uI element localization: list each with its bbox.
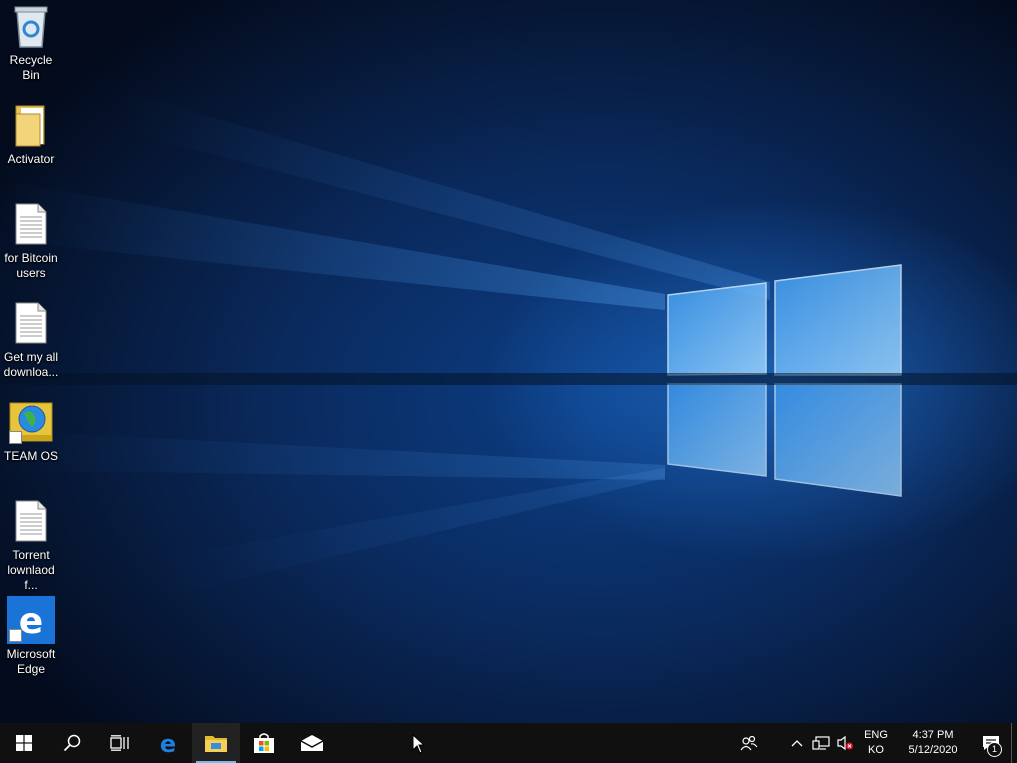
keyboard-layout-code: KO xyxy=(868,744,884,756)
svg-text:e: e xyxy=(160,731,176,755)
folder-icon xyxy=(7,101,55,149)
svg-text:e: e xyxy=(19,601,43,642)
volume-muted-icon xyxy=(837,735,853,751)
desktop-icon-label: Recycle Bin xyxy=(9,53,53,82)
edge-taskbar-button[interactable]: e xyxy=(144,723,192,763)
clock-date: 5/12/2020 xyxy=(908,744,958,756)
people-icon xyxy=(740,735,758,751)
edge-icon: e xyxy=(160,731,176,755)
desktop-icon-microsoft-edge[interactable]: e Microsoft Edge xyxy=(0,596,62,677)
network-icon xyxy=(812,736,830,750)
text-document-icon xyxy=(7,200,55,248)
show-desktop-button[interactable] xyxy=(1011,723,1017,763)
desktop-icon-label: for Bitcoin users xyxy=(4,251,58,280)
windows-wallpaper xyxy=(0,90,1017,600)
desktop-icon-for-bitcoin-users[interactable]: for Bitcoin users xyxy=(0,200,62,281)
people-button[interactable] xyxy=(737,723,761,763)
volume-button[interactable] xyxy=(833,723,857,763)
text-document-icon xyxy=(7,299,55,347)
text-document-icon xyxy=(7,497,55,545)
desktop-icon-label: Torrent lownlaod f... xyxy=(7,548,55,592)
show-hidden-icons-chevron xyxy=(791,740,803,747)
mail-taskbar-button[interactable] xyxy=(288,723,336,763)
system-tray: ENG KO 4:37 PM 5/12/2020 1 xyxy=(737,723,1017,763)
desktop-icon-torrent-download[interactable]: Torrent lownlaod f... xyxy=(0,497,62,593)
clock[interactable]: 4:37 PM 5/12/2020 xyxy=(895,723,971,763)
task-view-icon xyxy=(110,735,129,751)
store-icon xyxy=(254,733,274,753)
globe-shortcut-icon xyxy=(7,398,55,446)
desktop-icon-get-my-all-downloads[interactable]: Get my all downloa... xyxy=(0,299,62,380)
task-view-button[interactable] xyxy=(96,723,144,763)
language-code: ENG xyxy=(864,729,888,741)
search-icon xyxy=(63,734,81,752)
desktop-icon-recycle-bin[interactable]: Recycle Bin xyxy=(0,2,62,83)
network-button[interactable] xyxy=(809,723,833,763)
file-explorer-taskbar-button[interactable] xyxy=(192,723,240,763)
file-explorer-icon xyxy=(205,736,227,752)
desktop-icon-activator[interactable]: Activator xyxy=(0,101,62,167)
desktop-icon-label: Activator xyxy=(7,152,55,166)
desktop-icon-label: Microsoft Edge xyxy=(6,647,56,676)
shortcut-arrow-icon xyxy=(9,629,22,642)
edge-icon: e xyxy=(7,596,55,644)
desktop-icon-team-os[interactable]: TEAM OS xyxy=(0,398,62,464)
action-center-button[interactable]: 1 xyxy=(971,723,1011,763)
search-button[interactable] xyxy=(48,723,96,763)
start-button[interactable] xyxy=(0,723,48,763)
taskbar: e ENG KO 4:37 PM 5/12/2020 1 xyxy=(0,723,1017,763)
desktop-icon-label: Get my all downloa... xyxy=(3,350,59,379)
recycle-bin-icon xyxy=(7,2,55,50)
start-icon xyxy=(16,735,32,751)
show-hidden-icons-button[interactable] xyxy=(785,723,809,763)
mail-icon xyxy=(300,735,324,751)
desktop-icon-label: TEAM OS xyxy=(3,449,58,463)
desktop[interactable]: Recycle Bin Activator for Bitcoin users … xyxy=(0,0,1017,723)
input-language-indicator[interactable]: ENG KO xyxy=(857,723,895,763)
notification-count-badge: 1 xyxy=(987,742,1002,757)
clock-time: 4:37 PM xyxy=(912,729,954,741)
shortcut-arrow-icon xyxy=(9,431,22,444)
mouse-cursor-icon xyxy=(412,734,426,754)
store-taskbar-button[interactable] xyxy=(240,723,288,763)
